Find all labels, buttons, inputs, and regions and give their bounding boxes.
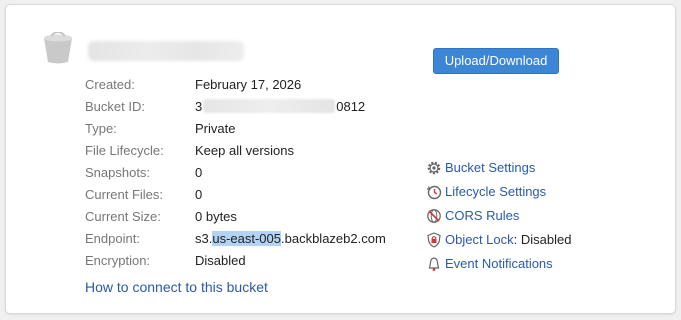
bell-icon	[428, 257, 440, 271]
endpoint-suffix: .backblazeb2.com	[281, 231, 386, 246]
lifecycle-settings-link[interactable]: Lifecycle Settings	[445, 180, 546, 204]
created-label: Created:	[85, 77, 135, 92]
bucket-id-value: 3 0812	[195, 96, 365, 118]
connect-bucket-link[interactable]: How to connect to this bucket	[85, 277, 268, 297]
object-lock-status: : Disabled	[513, 232, 572, 247]
cors-globe-icon	[427, 209, 441, 223]
gear-icon	[427, 161, 441, 175]
created-value: February 17, 2026	[195, 77, 302, 92]
bucket-name-redacted	[88, 41, 244, 61]
endpoint-selected-region: us-east-005	[212, 231, 281, 246]
object-lock-link-wrap: Object Lock: Disabled	[445, 228, 571, 252]
encryption-value: Disabled	[195, 253, 246, 268]
bucket-id-prefix: 3	[195, 99, 203, 114]
bucket-icon	[44, 32, 72, 64]
endpoint-label: Endpoint:	[85, 231, 140, 246]
snapshots-value: 0	[195, 165, 203, 180]
current-files-value: 0	[195, 187, 203, 202]
file-lifecycle-value: Keep all versions	[195, 143, 294, 158]
bucket-id-redacted	[203, 99, 336, 113]
cors-rules-link[interactable]: CORS Rules	[445, 204, 519, 228]
snapshots-label: Snapshots:	[85, 165, 151, 180]
current-size-value: 0 bytes	[195, 209, 237, 224]
object-lock-status-value: Disabled	[520, 232, 572, 247]
encryption-label: Encryption:	[85, 253, 151, 268]
shield-lock-icon	[427, 232, 441, 248]
object-lock-link[interactable]: Object Lock	[445, 232, 514, 247]
type-value: Private	[195, 121, 236, 136]
current-size-label: Current Size:	[85, 209, 161, 224]
file-lifecycle-label: File Lifecycle:	[85, 143, 164, 158]
bucket-settings-link[interactable]: Bucket Settings	[445, 156, 535, 180]
type-label: Type:	[85, 121, 117, 136]
endpoint-prefix: s3.	[195, 231, 213, 246]
event-notifications-link[interactable]: Event Notifications	[445, 252, 553, 276]
lifecycle-clock-icon	[427, 185, 442, 200]
bucket-id-suffix: 0812	[336, 99, 366, 114]
upload-download-button[interactable]: Upload/Download	[433, 48, 559, 74]
bucket-id-label: Bucket ID:	[85, 99, 145, 114]
current-files-label: Current Files:	[85, 187, 164, 202]
endpoint-value[interactable]: s3.us-east-005.backblazeb2.com	[195, 228, 386, 250]
